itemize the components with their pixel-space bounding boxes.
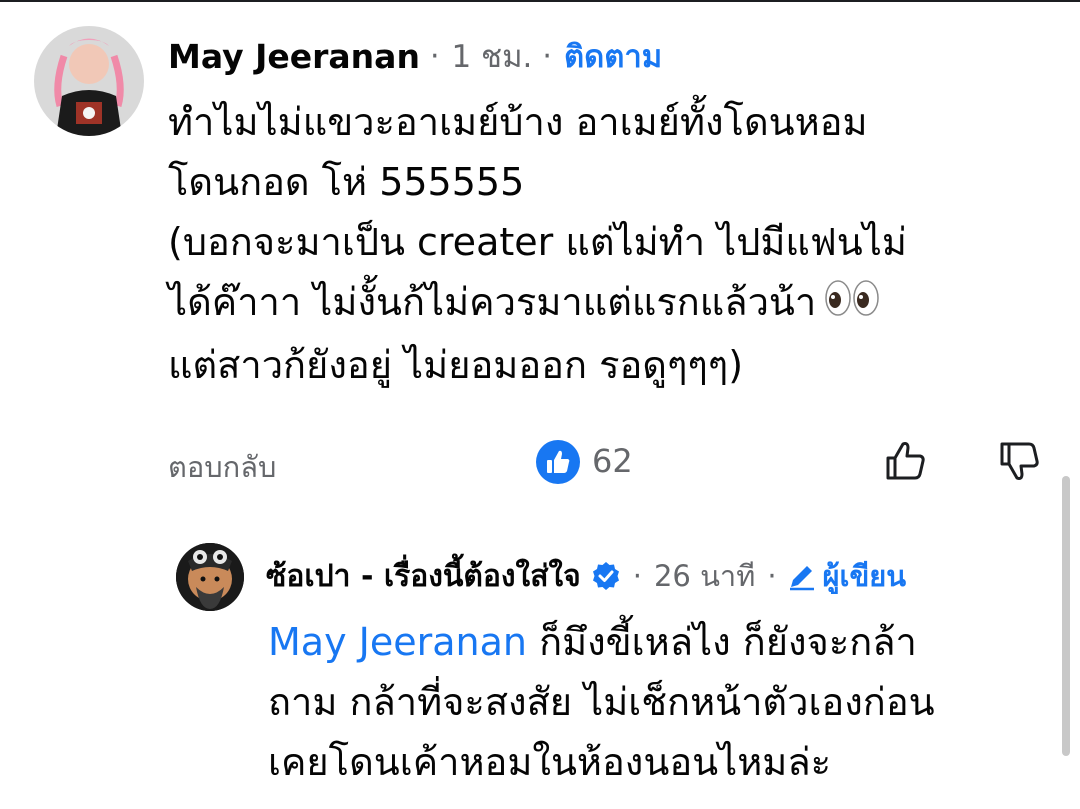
scrollbar[interactable] — [1062, 476, 1070, 756]
reply-text-line: ถาม กล้าที่จะสงสัย ไม่เช็กหน้าตัวเองก่อน — [268, 680, 935, 724]
avatar[interactable] — [176, 543, 244, 611]
eyes-emoji-icon — [824, 275, 880, 335]
reply-button[interactable]: ตอบกลับ — [168, 444, 276, 490]
pencil-icon — [787, 561, 817, 591]
reply-text-line: ก็มึงขี้เหล่ไง ก็ยังจะกล้า — [539, 620, 917, 664]
reply-author-name[interactable]: ซ้อเปา - เรื่องนี้ต้องใส่ใจ — [266, 553, 581, 600]
top-divider — [0, 0, 1080, 2]
follow-button[interactable]: ติดตาม — [564, 31, 662, 81]
separator-dot: · — [767, 559, 777, 593]
comment-text-line: แต่สาวก้ยังอยู่ ไม่ยอมออก รอดูๆๆๆ) — [168, 342, 744, 387]
comment-actions: ตอบกลับ 62 — [168, 436, 1048, 492]
reply-header: ซ้อเปา - เรื่องนี้ต้องใส่ใจ · 26 นาที · … — [266, 554, 906, 598]
reply-text: May Jeeranan ก็มึงขี้เหล่ไง ก็ยังจะกล้า … — [268, 612, 1048, 792]
comment-text-line: โดนกอด โห่ 555555 — [168, 160, 525, 204]
reply-time[interactable]: 26 นาที — [654, 553, 755, 599]
author-badge: ผู้เขียน — [822, 559, 907, 593]
separator-dot: · — [632, 559, 642, 593]
thumb-down-outline-icon[interactable] — [994, 436, 1044, 486]
comment-time[interactable]: 1 ชม. — [451, 31, 532, 81]
separator-dot: · — [429, 38, 440, 74]
thumb-up-outline-icon[interactable] — [880, 436, 930, 486]
thumb-up-icon[interactable] — [536, 440, 580, 484]
comment-thread: May Jeeranan · 1 ชม. · ติดตาม ทำไมไม่แขว… — [0, 0, 1080, 809]
comment-text-line: ทำไมไม่แขวะอาเมย์บ้าง อาเมย์ทั้งโดนหอม — [168, 100, 868, 144]
like-count[interactable]: 62 — [592, 442, 633, 480]
comment-text-line: (บอกจะมาเป็น creater แต่ไม่ทำ ไปมีแฟนไม่ — [168, 220, 907, 264]
separator-dot: · — [542, 38, 552, 74]
comment-text: ทำไมไม่แขวะอาเมย์บ้าง อาเมย์ทั้งโดนหอม โ… — [168, 92, 1028, 395]
avatar[interactable] — [34, 26, 144, 136]
mention-link[interactable]: May Jeeranan — [268, 620, 527, 664]
verified-badge-icon — [591, 561, 621, 591]
comment-header: May Jeeranan · 1 ชม. · ติดตาม — [168, 34, 662, 78]
comment-text-line: ได้ค๊าาา ไม่งั้นก้ไม่ควรมาแต่แรกแล้วน้า — [168, 280, 817, 324]
reply-text-line: เคยโดนเค้าหอมในห้องนอนไหมล่ะ — [268, 740, 832, 784]
comment-author-name[interactable]: May Jeeranan — [168, 37, 420, 76]
